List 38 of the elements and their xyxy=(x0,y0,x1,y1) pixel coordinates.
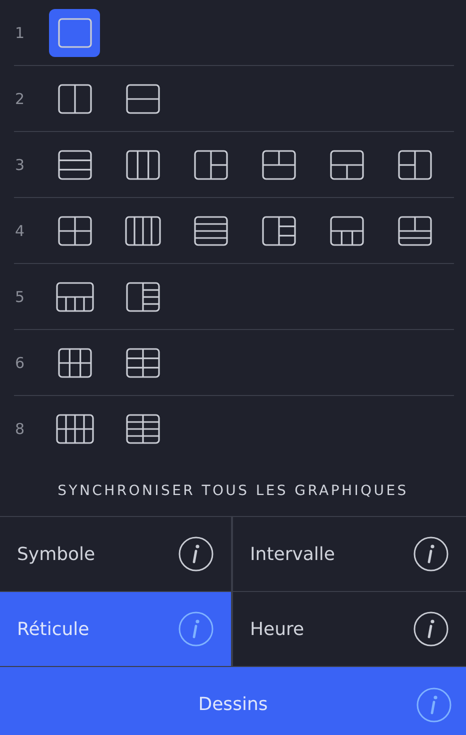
info-icon xyxy=(178,536,214,572)
layout-grid-icon xyxy=(126,414,160,444)
layout-count: 8 xyxy=(14,420,26,438)
info-icon xyxy=(178,611,214,647)
sync-option[interactable]: Réticule xyxy=(0,592,233,667)
layout-count: 2 xyxy=(14,90,26,108)
layout-grid-icon xyxy=(126,282,160,312)
info-icon xyxy=(413,536,449,572)
layout-grid-icon xyxy=(262,216,296,246)
layout-grid-icon xyxy=(56,282,94,312)
layout-grid-icon xyxy=(330,150,364,180)
layout-count: 6 xyxy=(14,354,26,372)
info-icon xyxy=(416,687,452,723)
info-icon xyxy=(413,611,449,647)
layout-count: 4 xyxy=(14,222,26,240)
section-title: SYNCHRONISER TOUS LES GRAPHIQUES xyxy=(56,482,410,501)
layout-button[interactable] xyxy=(49,8,100,56)
sync-option[interactable]: Dessins xyxy=(0,667,466,735)
layout-grid-icon xyxy=(56,414,94,444)
layout-grid-icon xyxy=(126,348,160,378)
layout-grid-icon xyxy=(58,84,92,114)
layout-grid-icon xyxy=(398,216,432,246)
layout-count: 1 xyxy=(14,24,26,42)
layout-grid-icon xyxy=(126,84,160,114)
layout-count: 5 xyxy=(14,288,26,306)
layout-grid-icon xyxy=(58,348,92,378)
layout-grid-icon xyxy=(398,150,432,180)
layout-grid-icon xyxy=(126,150,160,180)
layout-count: 3 xyxy=(14,156,26,174)
layout-grid-icon xyxy=(58,150,92,180)
layout-grid-icon xyxy=(124,216,160,246)
layout-grid-icon xyxy=(194,216,228,246)
layout-grid-icon xyxy=(58,18,92,48)
layout-grid-icon xyxy=(330,216,364,246)
layout-grid-icon xyxy=(194,150,228,180)
sync-option[interactable]: Symbole xyxy=(0,517,233,592)
layout-grid-icon xyxy=(58,216,92,246)
layout-grid-icon xyxy=(262,150,296,180)
